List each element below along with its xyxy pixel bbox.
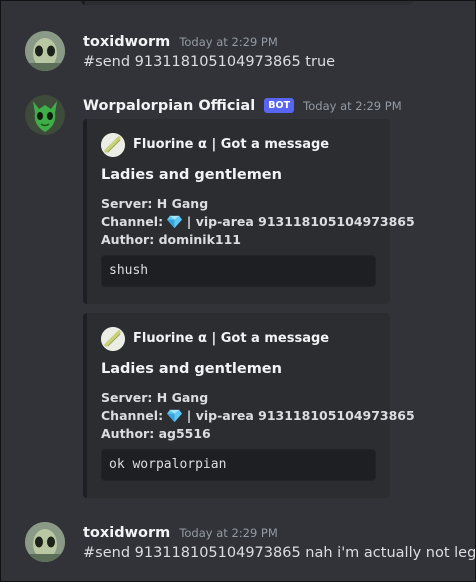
embed-fields: Server: H Gang Channel: | vip-area 91311… (101, 195, 415, 249)
embed-2: Fluorine α | Got a message Ladies and ge… (83, 313, 415, 498)
code-block[interactable]: ok worpalorpian (101, 449, 376, 481)
embed-1: Fluorine α | Got a message Ladies and ge… (83, 119, 415, 304)
channel-value: | vip-area 913118105104973865 (186, 408, 415, 423)
embed-title: Ladies and gentlemen (101, 361, 282, 377)
channel-row: Channel: | vip-area 913118105104973865 (101, 407, 415, 425)
author-row: Author: dominik111 (101, 231, 415, 249)
channel-label: Channel: (101, 408, 164, 423)
message-header: toxidworm Today at 2:29 PM (83, 522, 278, 542)
code-block[interactable]: shush (101, 255, 376, 287)
server-value: H Gang (156, 390, 209, 405)
bot-badge: BOT (264, 98, 295, 113)
server-label: Server: (101, 196, 153, 211)
author-value: ag5516 (158, 426, 211, 441)
message-content: #send 913118105104973865 nah i'm actuall… (83, 545, 476, 561)
message-header: Worpalorpian Official BOT Today at 2:29 … (83, 95, 402, 115)
author-value: dominik111 (158, 232, 241, 247)
username[interactable]: toxidworm (83, 525, 170, 541)
server-value: H Gang (156, 196, 209, 211)
fluorine-icon (101, 327, 125, 351)
timestamp[interactable]: Today at 2:29 PM (179, 35, 277, 49)
embed-author-name[interactable]: Fluorine α | Got a message (133, 327, 329, 351)
message-content: #send 913118105104973865 true (83, 54, 336, 70)
chat-window: toxidworm Today at 2:29 PM #send 9131181… (0, 0, 476, 582)
author-row: Author: ag5516 (101, 425, 415, 443)
username[interactable]: toxidworm (83, 34, 170, 50)
gem-icon (167, 215, 183, 229)
fluorine-icon (101, 133, 125, 157)
author-label: Author: (101, 232, 155, 247)
server-row: Server: H Gang (101, 195, 415, 213)
previous-embed-fragment (81, 1, 413, 5)
gem-icon (167, 409, 183, 423)
message-header: toxidworm Today at 2:29 PM (83, 31, 278, 51)
timestamp[interactable]: Today at 2:29 PM (179, 526, 277, 540)
avatar[interactable] (25, 522, 65, 562)
embed-author-name[interactable]: Fluorine α | Got a message (133, 133, 329, 157)
timestamp[interactable]: Today at 2:29 PM (303, 99, 401, 113)
embed-fields: Server: H Gang Channel: | vip-area 91311… (101, 389, 415, 443)
bot-username[interactable]: Worpalorpian Official (83, 98, 255, 114)
channel-value: | vip-area 913118105104973865 (186, 214, 415, 229)
bot-avatar[interactable] (25, 95, 65, 135)
avatar[interactable] (25, 31, 65, 71)
server-row: Server: H Gang (101, 389, 415, 407)
channel-row: Channel: | vip-area 913118105104973865 (101, 213, 415, 231)
server-label: Server: (101, 390, 153, 405)
author-label: Author: (101, 426, 155, 441)
channel-label: Channel: (101, 214, 164, 229)
embed-title: Ladies and gentlemen (101, 167, 282, 183)
